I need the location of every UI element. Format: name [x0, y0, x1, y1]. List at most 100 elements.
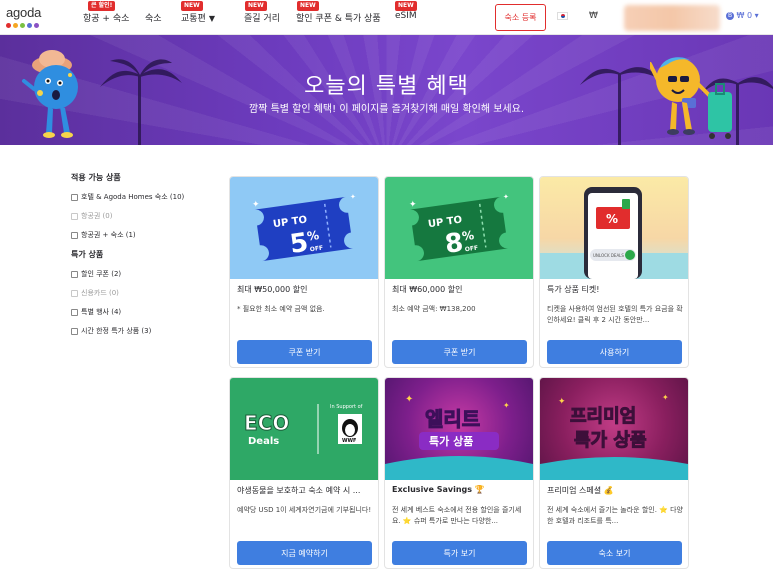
filter-label: 항공권 + 숙소 (1)	[81, 231, 136, 239]
filter-group-title-products: 적용 가능 상품	[71, 173, 121, 182]
card-title: Exclusive Savings 🏆	[392, 485, 485, 494]
svg-text:✦: ✦	[558, 397, 566, 407]
card-description: 예약당 USD 1이 세계자연기금에 기부됩니다!	[237, 506, 372, 514]
card-image: % UNLOCK DEALS	[540, 177, 688, 279]
svg-text:ECO: ECO	[244, 411, 289, 435]
svg-text:In Support of: In Support of	[330, 404, 363, 410]
filter-label: 특별 행사 (4)	[81, 308, 122, 316]
svg-text:✦: ✦	[405, 394, 413, 405]
checkbox[interactable]	[71, 308, 78, 316]
card-image: UP TO 8 % OFF ✦ ✦	[385, 177, 533, 279]
checkbox	[71, 212, 78, 220]
view-deals-button[interactable]: 특가 보기	[392, 541, 527, 565]
premium-deals-illustration: 프리미엄 특가 상품 ✦ ✦	[540, 393, 688, 480]
eco-deals-illustration: ECO Deals In Support of WWF	[244, 404, 363, 454]
list-property-button[interactable]: 숙소 등록	[495, 4, 546, 31]
card-image: 엘리트 특가 상품 ✦ ✦	[385, 378, 533, 480]
checkbox[interactable]	[71, 327, 78, 335]
hero-title: 오늘의 특별 혜택	[304, 74, 469, 99]
nav-item-coupons[interactable]: 할인 쿠폰 & 특가 상품	[296, 11, 381, 24]
checkbox[interactable]	[71, 231, 78, 239]
chevron-down-icon: ▼	[208, 14, 215, 23]
filter-label: 항공권 (0)	[81, 212, 113, 220]
nav-badge-esim: NEW	[395, 1, 417, 11]
logo-dots	[6, 23, 39, 28]
svg-text:엘리트: 엘리트	[425, 407, 480, 431]
nav-badge-transport: NEW	[181, 1, 203, 11]
wallet-balance[interactable]: B ₩ 0 ▾	[726, 11, 759, 20]
svg-text:%: %	[606, 212, 618, 226]
currency-selector[interactable]: ₩	[589, 11, 598, 21]
korea-flag-icon[interactable]	[557, 12, 568, 20]
svg-text:Deals: Deals	[248, 436, 279, 447]
book-now-button[interactable]: 지금 예약하기	[237, 541, 372, 565]
hero-subtitle: 깜짝 특별 할인 혜택! 이 페이지를 즐겨찾기해 매일 확인해 보세요.	[249, 104, 524, 115]
get-coupon-button[interactable]: 쿠폰 받기	[237, 340, 372, 364]
card-description: 티켓을 사용하여 엄선된 호텔의 특가 요금을 확인하세요! 클릭 후 2 시간…	[547, 305, 683, 324]
filter-group-title-deals: 특가 상품	[71, 250, 104, 259]
checkbox	[71, 289, 78, 297]
chevron-down-icon: ▾	[754, 11, 759, 20]
nav-badge-flight-hotel: 큰 할인!	[88, 1, 116, 11]
nav-badge-activities: NEW	[245, 1, 267, 11]
filter-flight-hotel[interactable]: 항공권 + 숙소 (1)	[71, 230, 221, 240]
nav-item-esim[interactable]: eSIM	[395, 11, 417, 21]
deal-card-coupon-5[interactable]: UP TO 5 % OFF ✦ ✦ 최대 ₩50,000 할인 * 필요한 최소…	[229, 176, 379, 368]
deal-card-elite[interactable]: 엘리트 특가 상품 ✦ ✦ Exclusive Savings 🏆 전 세계 베…	[384, 377, 534, 569]
svg-text:✦: ✦	[350, 193, 356, 201]
card-description: 전 세계 베스트 숙소에서 전용 할인을 즐기세요. ⭐ 슈퍼 특가로 만나는 …	[392, 506, 522, 525]
use-ticket-button[interactable]: 사용하기	[547, 340, 682, 364]
filter-special-events[interactable]: 특별 행사 (4)	[71, 307, 221, 317]
svg-text:✦: ✦	[409, 200, 417, 210]
filter-coupons[interactable]: 할인 쿠폰 (2)	[71, 269, 221, 279]
svg-text:✦: ✦	[662, 393, 669, 402]
svg-text:✦: ✦	[503, 193, 509, 201]
coin-icon: B	[726, 11, 734, 20]
svg-text:✦: ✦	[252, 200, 260, 210]
filter-sidebar: 적용 가능 상품 호텔 & Agoda Homes 숙소 (10) 항공권 (0…	[71, 172, 221, 345]
nav-item-transport[interactable]: 교통편 ▼	[181, 11, 215, 24]
card-image: 프리미엄 특가 상품 ✦ ✦	[540, 378, 688, 480]
phone-ticket-illustration: % UNLOCK DEALS	[540, 187, 688, 279]
card-image: ECO Deals In Support of WWF	[230, 378, 378, 480]
checkbox[interactable]	[71, 270, 78, 278]
top-navigation: agoda 큰 할인! 항공 + 숙소 숙소 NEW 교통편 ▼ NEW 즐길 거…	[0, 0, 773, 35]
nav-item-accommodation[interactable]: 숙소	[145, 11, 162, 24]
deal-card-coupon-8[interactable]: UP TO 8 % OFF ✦ ✦ 최대 ₩60,000 할인 최소 예약 금액…	[384, 176, 534, 368]
card-title: 프리미엄 스페셜 💰	[547, 486, 614, 495]
ticket-5-percent-illustration: UP TO 5 % OFF ✦ ✦	[252, 193, 356, 262]
svg-text:✦: ✦	[503, 401, 510, 410]
filter-label: 시간 한정 특가 상품 (3)	[81, 327, 152, 335]
svg-text:특가 상품: 특가 상품	[574, 430, 647, 451]
nav-item-flight-hotel[interactable]: 항공 + 숙소	[83, 11, 129, 24]
filter-flights: 항공권 (0)	[71, 211, 221, 221]
svg-text:%: %	[306, 228, 320, 244]
filter-hotels-homes[interactable]: 호텔 & Agoda Homes 숙소 (10)	[71, 192, 221, 202]
agoda-logo[interactable]: agoda	[6, 5, 50, 31]
wallet-amount: ₩ 0	[736, 11, 753, 20]
hero-banner: 오늘의 특별 혜택 깜짝 특별 할인 혜택! 이 페이지를 즐겨찾기해 매일 확…	[0, 35, 773, 145]
svg-text:%: %	[461, 228, 475, 244]
filter-label: 호텔 & Agoda Homes 숙소 (10)	[81, 193, 185, 201]
deal-card-eco[interactable]: ECO Deals In Support of WWF 야생동물을 보호하고 숙…	[229, 377, 379, 569]
checkbox[interactable]	[71, 193, 78, 201]
filter-credit-cards: 신용카드 (0)	[71, 288, 221, 298]
card-description: * 필요한 최소 예약 금액 없음.	[237, 305, 325, 313]
view-hotels-button[interactable]: 숙소 보기	[547, 541, 682, 565]
card-description: 전 세계 숙소에서 즐기는 놀라운 할인. ⭐ 다양한 호텔과 리조트를 특..…	[547, 506, 683, 525]
svg-text:특가 상품: 특가 상품	[429, 434, 473, 448]
svg-text:WWF: WWF	[342, 438, 356, 444]
card-image: UP TO 5 % OFF ✦ ✦	[230, 177, 378, 279]
filter-limited-time[interactable]: 시간 한정 특가 상품 (3)	[71, 326, 221, 336]
card-description: 최소 예약 금액: ₩138,200	[392, 305, 476, 313]
svg-text:UNLOCK DEALS: UNLOCK DEALS	[593, 253, 624, 258]
deal-card-premium[interactable]: 프리미엄 특가 상품 ✦ ✦ 프리미엄 스페셜 💰 전 세계 숙소에서 즐기는 …	[539, 377, 689, 569]
user-account-area[interactable]	[624, 5, 720, 31]
nav-item-activities[interactable]: 즐길 거리	[244, 11, 280, 24]
card-title: 특가 상품 티켓!	[547, 285, 600, 294]
ticket-8-percent-illustration: UP TO 8 % OFF ✦ ✦	[409, 193, 509, 262]
get-coupon-button[interactable]: 쿠폰 받기	[392, 340, 527, 364]
deal-card-ticket[interactable]: % UNLOCK DEALS 특가 상품 티켓! 티켓을 사용하여 엄선된 호텔…	[539, 176, 689, 368]
elite-deals-illustration: 엘리트 특가 상품 ✦ ✦	[385, 394, 533, 480]
filter-label: 할인 쿠폰 (2)	[81, 270, 122, 278]
